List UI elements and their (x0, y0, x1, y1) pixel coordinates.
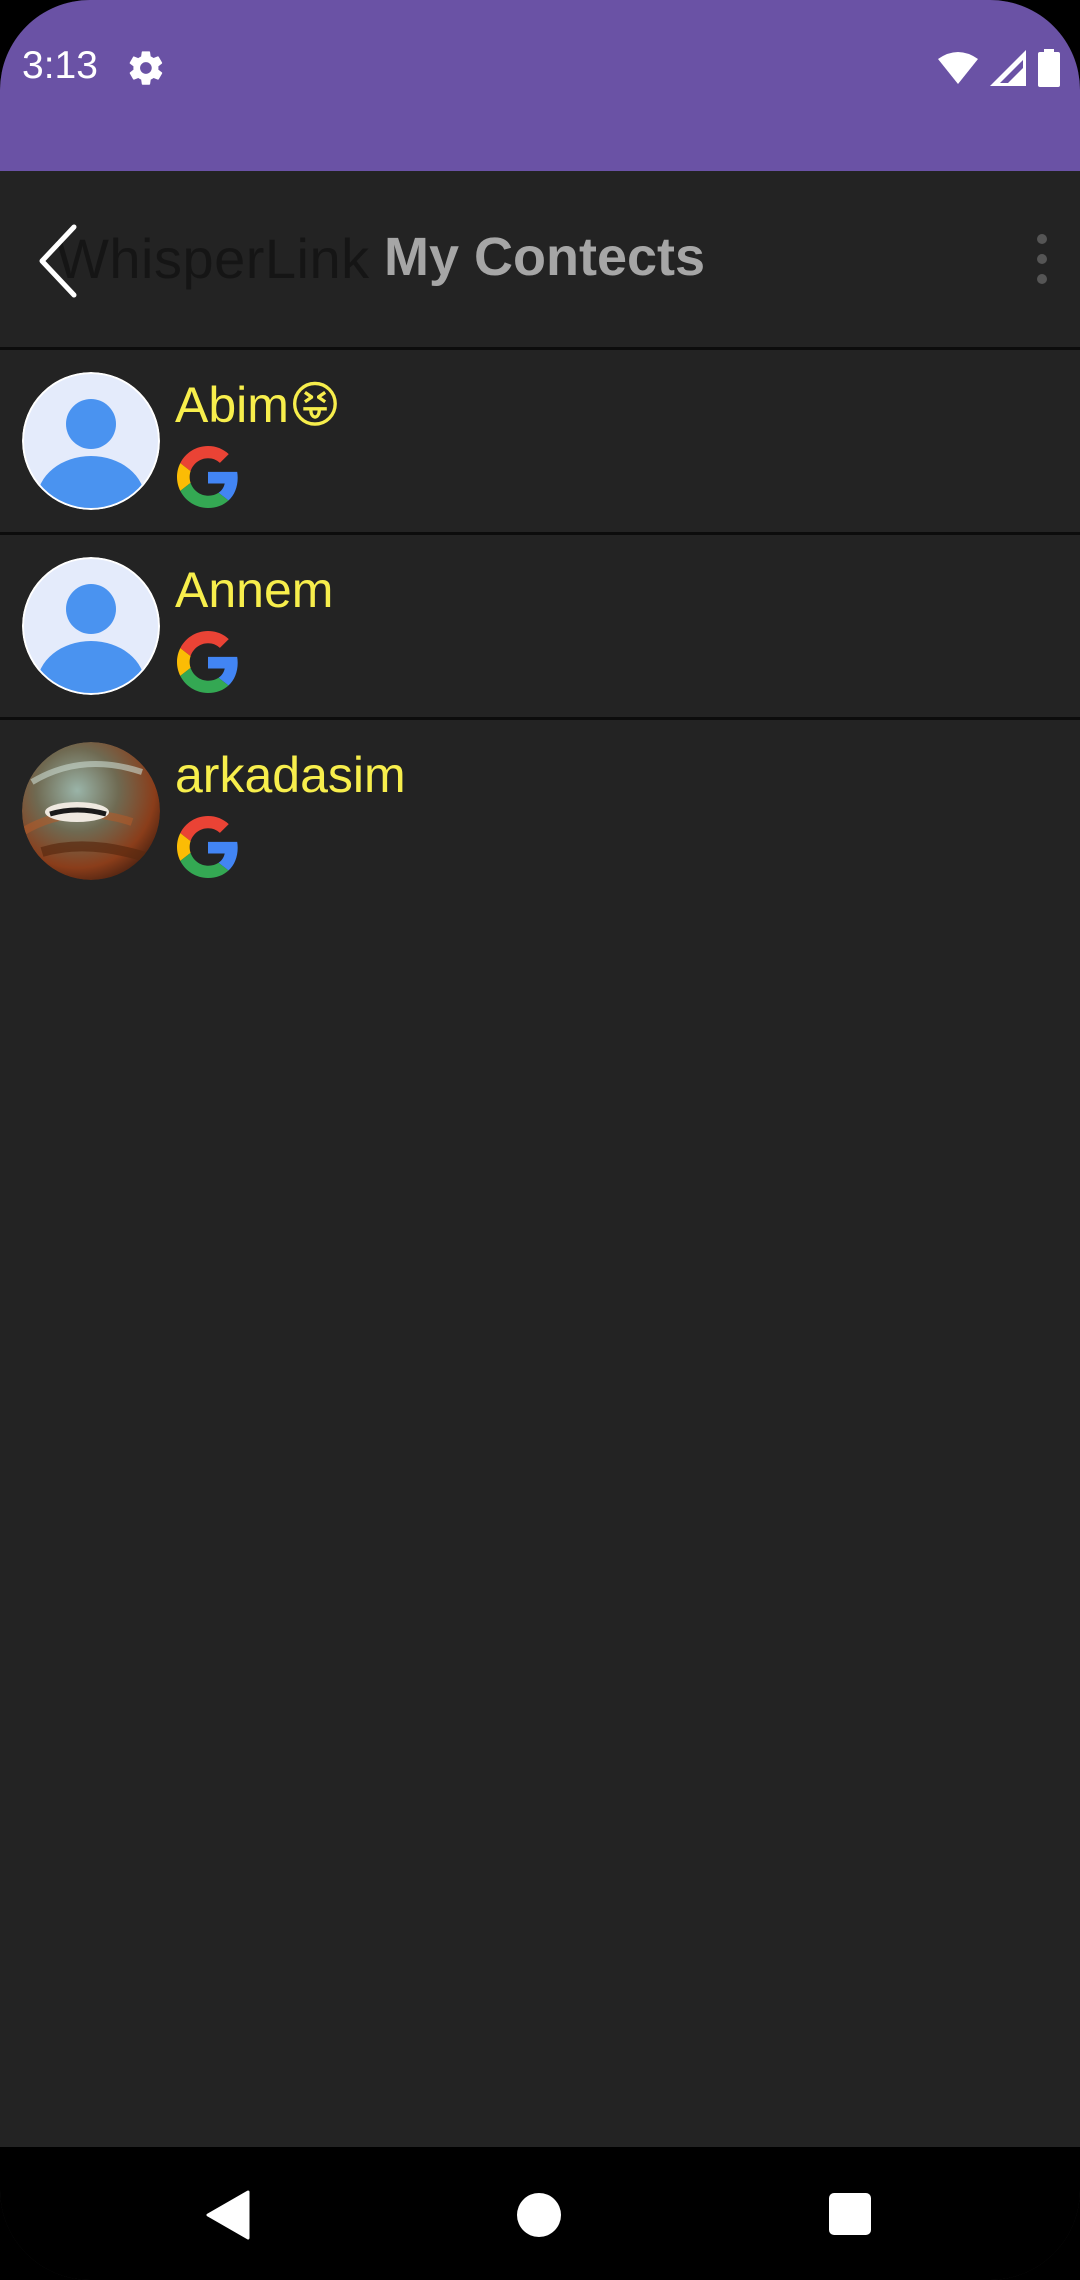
back-triangle-icon[interactable] (204, 2190, 250, 2240)
contact-name: arkadasim (175, 747, 406, 803)
battery-icon (1038, 49, 1060, 87)
app-name: WhisperLink (56, 227, 370, 290)
google-icon (177, 816, 238, 878)
status-time: 3:13 (22, 44, 98, 87)
contact-row[interactable]: Abim😝 (0, 350, 1080, 535)
default-avatar-icon (22, 372, 160, 510)
default-avatar-icon (22, 557, 160, 695)
screen: 3:13 WhisperLink My Contects Abim😝 Annem… (0, 0, 1080, 2280)
google-icon (177, 446, 238, 508)
page-title: My Contects (384, 227, 706, 287)
recents-square-icon[interactable] (829, 2193, 871, 2235)
status-icons (938, 48, 1060, 88)
app-bar: WhisperLink My Contects (0, 171, 1080, 350)
contact-row[interactable]: arkadasim (0, 720, 1080, 902)
wifi-icon (938, 52, 978, 84)
contact-row[interactable]: Annem (0, 535, 1080, 720)
contact-name: Abim😝 (175, 377, 342, 433)
contact-list: Abim😝 Annem arkadasim (0, 350, 1080, 902)
settings-icon (129, 51, 163, 85)
home-circle-icon[interactable] (517, 2193, 561, 2237)
contact-name: Annem (175, 562, 334, 618)
status-bar: 3:13 (0, 0, 1080, 171)
more-vertical-icon[interactable] (1022, 229, 1062, 289)
google-icon (177, 631, 238, 693)
chevron-left-icon[interactable] (32, 221, 92, 301)
photo-avatar (22, 742, 160, 880)
navigation-bar (0, 2147, 1080, 2280)
signal-icon (990, 50, 1026, 86)
